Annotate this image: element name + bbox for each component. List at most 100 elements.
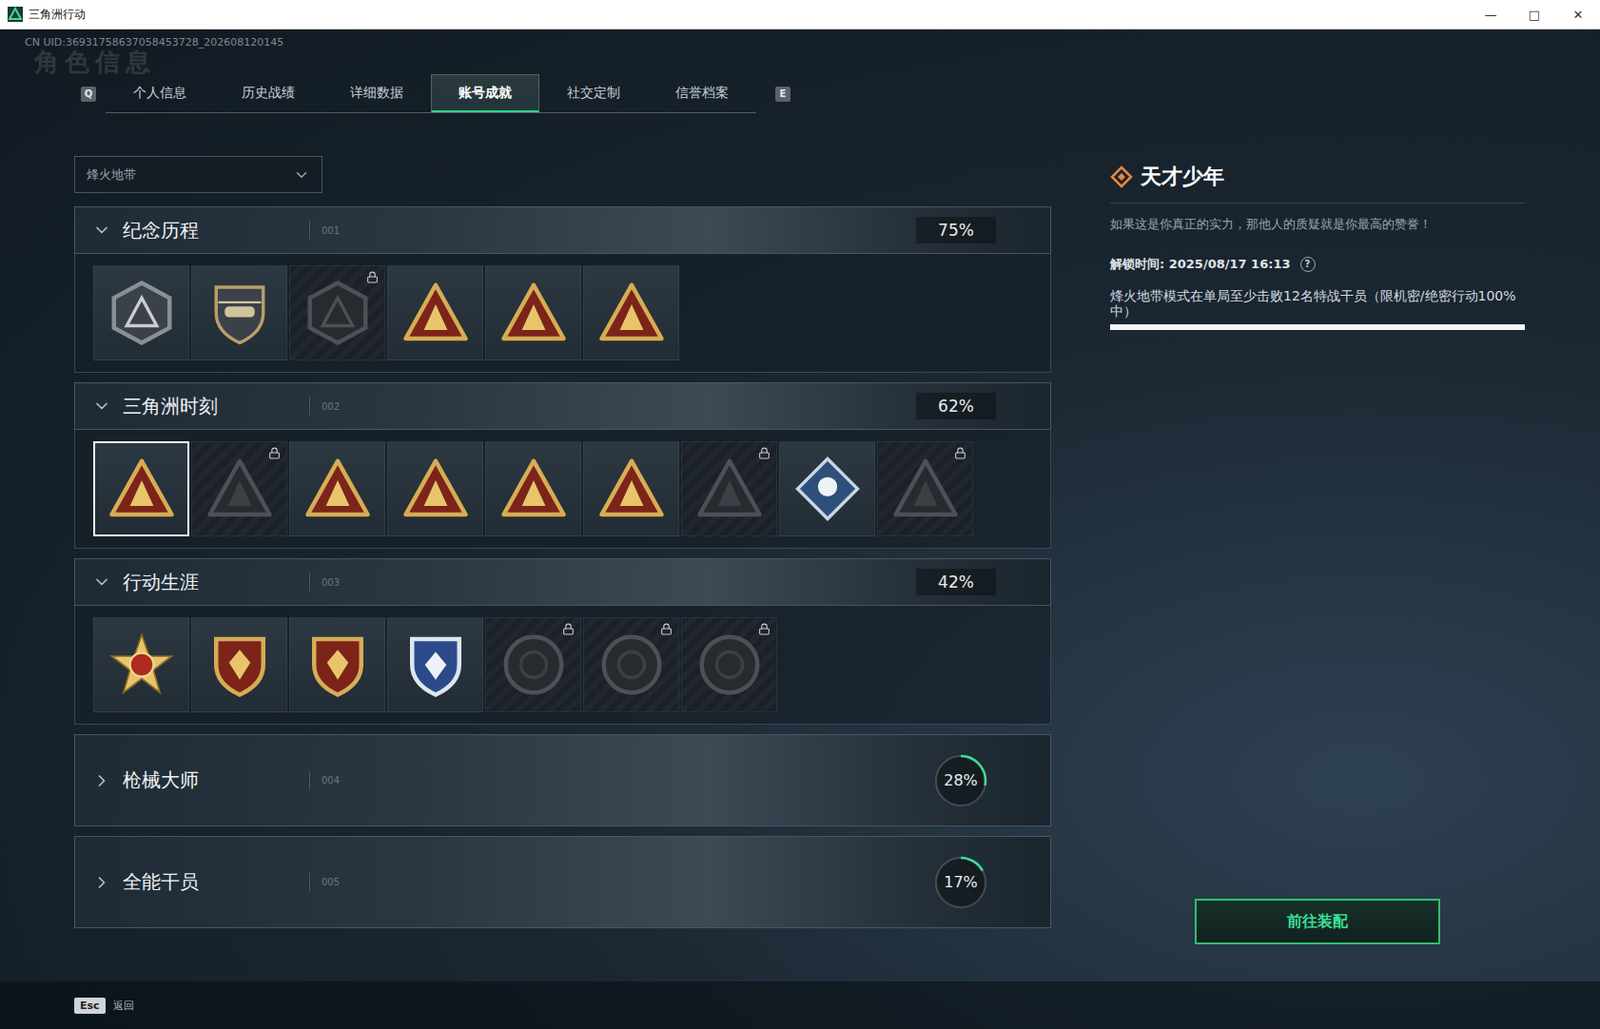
triangle-emblem-icon	[597, 454, 666, 524]
progress-fill	[1110, 324, 1525, 331]
achievement-category: 枪械大师00428%	[74, 734, 1052, 827]
category-title: 枪械大师	[122, 767, 310, 794]
category-header[interactable]: 三角洲时刻00262%	[74, 382, 1052, 430]
heli-emblem-icon	[205, 278, 274, 348]
lock-icon	[954, 447, 967, 460]
category-percent: 62%	[916, 392, 996, 420]
chevron-down-icon	[92, 396, 112, 416]
app-window: 三角洲行动—□✕CN UID:36931758637058453728_2026…	[0, 0, 1600, 1029]
badge-tile[interactable]	[93, 265, 190, 361]
lock-icon	[954, 447, 967, 460]
window-title: 三角洲行动	[28, 6, 86, 23]
badge-tile[interactable]	[387, 265, 484, 361]
badge-tile[interactable]	[583, 265, 680, 361]
chevron-right-icon	[92, 771, 112, 791]
tab-bar: Q 个人信息历史战绩详细数据账号成就社交定制信誉档案 E	[74, 74, 1600, 114]
badge-tile[interactable]	[485, 265, 582, 361]
chevron-down-icon	[92, 572, 112, 592]
window-control-button[interactable]: ✕	[1556, 0, 1600, 29]
header-divider	[309, 396, 311, 416]
category-header[interactable]: 行动生涯00342%	[74, 558, 1052, 606]
badge-tile[interactable]	[387, 441, 484, 537]
badge-tile[interactable]	[779, 441, 876, 537]
badge-tile[interactable]	[191, 617, 288, 713]
category-title: 纪念历程	[122, 217, 310, 244]
category-header[interactable]: 枪械大师00428%	[74, 734, 1052, 827]
mode-dropdown[interactable]: 烽火地带	[74, 156, 323, 194]
window-control-button[interactable]: □	[1512, 0, 1557, 29]
lock-icon	[562, 623, 575, 636]
round-emblem-icon	[597, 630, 666, 700]
tab[interactable]: 社交定制	[539, 74, 648, 113]
window-control-button[interactable]: —	[1468, 0, 1513, 29]
next-tab-key[interactable]: E	[775, 86, 791, 102]
category-list: 纪念历程00175%三角洲时刻00262%行动生涯00342%枪械大师00428…	[74, 206, 1052, 929]
unlock-condition: 烽火地带模式在单局至少击败12名特战干员（限机密/绝密行动100%中）	[1110, 288, 1525, 319]
achievement-category: 全能干员00517%	[74, 836, 1052, 929]
triangle-emblem-icon	[205, 454, 274, 524]
tab[interactable]: 详细数据	[322, 74, 431, 113]
badge-tile[interactable]	[877, 441, 974, 537]
badge-tile[interactable]	[289, 441, 386, 537]
badge-tile[interactable]	[681, 617, 778, 713]
triangle-emblem-icon	[499, 278, 568, 348]
category-column: 烽火地带纪念历程00175%三角洲时刻00262%行动生涯00342%枪械大师0…	[74, 113, 1052, 982]
lock-icon	[366, 271, 379, 284]
lock-icon	[758, 447, 771, 460]
diamond-icon	[1110, 165, 1133, 189]
badge-row	[74, 253, 1052, 373]
help-button[interactable]: ?	[1300, 256, 1316, 273]
app-logo-icon	[7, 6, 23, 22]
shield-emblem-icon	[205, 630, 274, 700]
header-divider	[309, 873, 311, 893]
tab[interactable]: 历史战绩	[214, 74, 323, 113]
badge-tile[interactable]	[485, 441, 582, 537]
chevron-right-icon	[92, 873, 112, 893]
achievement-category: 行动生涯00342%	[74, 558, 1052, 725]
badge-tile[interactable]	[289, 617, 386, 713]
tab[interactable]: 账号成就	[430, 74, 540, 113]
tab-list: 个人信息历史战绩详细数据账号成就社交定制信誉档案	[105, 74, 757, 114]
header-divider	[309, 572, 311, 592]
esc-key[interactable]: Esc	[74, 997, 106, 1015]
badge-tile[interactable]	[583, 617, 680, 713]
badge-tile[interactable]	[387, 617, 484, 713]
triangle-emblem-icon	[107, 454, 176, 524]
badge-tile[interactable]	[289, 265, 386, 361]
equip-button[interactable]: 前往装配	[1194, 898, 1441, 945]
detail-title-row: 天才少年	[1110, 162, 1525, 204]
badge-tile[interactable]	[681, 441, 778, 537]
round-emblem-icon	[695, 630, 764, 700]
badge-tile[interactable]	[191, 265, 288, 361]
category-index: 005	[321, 877, 340, 888]
triangle-emblem-icon	[499, 454, 568, 524]
back-label[interactable]: 返回	[113, 998, 135, 1014]
badge-tile[interactable]	[93, 441, 190, 537]
tab[interactable]: 个人信息	[105, 74, 215, 113]
tab[interactable]: 信誉档案	[647, 74, 757, 113]
detail-panel: 天才少年如果这是你真正的实力，那他人的质疑就是你最高的赞誉！解锁时间: 2025…	[1110, 113, 1525, 982]
window-controls: —□✕	[1468, 0, 1600, 29]
lock-icon	[268, 447, 281, 460]
medal-emblem-icon	[107, 630, 176, 700]
category-header[interactable]: 全能干员00517%	[74, 836, 1052, 929]
badge-tile[interactable]	[583, 441, 680, 537]
category-header[interactable]: 纪念历程00175%	[74, 206, 1052, 254]
lock-icon	[758, 447, 771, 460]
header-divider	[309, 220, 311, 240]
achievement-category: 纪念历程00175%	[74, 206, 1052, 373]
chevron-right-icon	[92, 771, 112, 791]
footer-bar: Esc 返回	[0, 981, 1600, 1029]
chevron-right-icon	[92, 873, 112, 893]
diamond-emblem-icon	[793, 454, 862, 524]
badge-tile[interactable]	[93, 617, 190, 713]
badge-tile[interactable]	[485, 617, 582, 713]
badge-row	[74, 429, 1052, 549]
triangle-emblem-icon	[401, 454, 470, 524]
category-percent: 17%	[932, 854, 990, 912]
badge-tile[interactable]	[191, 441, 288, 537]
category-index: 002	[321, 401, 340, 412]
chevron-down-icon	[92, 220, 112, 240]
lock-icon	[758, 623, 771, 636]
prev-tab-key[interactable]: Q	[80, 86, 97, 102]
